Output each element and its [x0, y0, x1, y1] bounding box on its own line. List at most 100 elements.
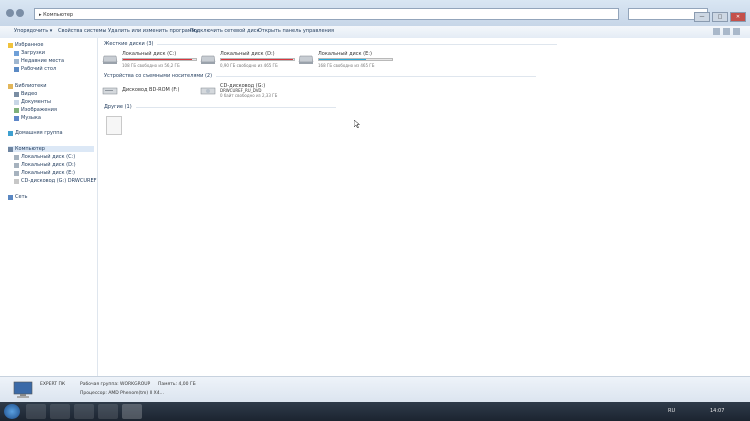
taskbar-explorer-icon[interactable] — [26, 404, 46, 419]
drive-free-space: 168 ГБ свободно из 465 ГБ — [318, 63, 375, 68]
cd-drive-icon — [200, 87, 216, 95]
address-bar[interactable]: ▸ Компьютер — [34, 8, 619, 20]
drive-d[interactable]: Локальный диск (D:) 0,90 ГБ свободно из … — [200, 51, 295, 71]
drive-cd[interactable]: CD-дисковод (G:) DRWCUREF_RU_DVD 0 байт … — [200, 83, 320, 103]
group-divider — [157, 44, 558, 45]
music-icon — [14, 115, 19, 121]
drive-bd-rom[interactable]: Дисковод BD-ROM (F:) — [102, 83, 197, 103]
system-properties-button[interactable]: Свойства системы — [58, 28, 106, 34]
sidebar-item-disk-e[interactable]: Локальный диск (E:) — [14, 170, 75, 176]
taskbar-app-icon[interactable] — [98, 404, 118, 419]
drive-usage-fill — [123, 59, 193, 60]
maximize-button[interactable]: □ — [712, 12, 728, 22]
drive-e[interactable]: Локальный диск (E:) 168 ГБ свободно из 4… — [298, 51, 393, 71]
taskbar-app-icon[interactable] — [74, 404, 94, 419]
taskbar: RU 14:07 — [0, 402, 750, 421]
drive-label: Локальный диск (C:) — [122, 51, 177, 57]
homegroup-icon — [8, 130, 13, 136]
images-icon — [14, 107, 19, 113]
group-header-removable[interactable]: Устройства со съемными носителями (2) — [104, 73, 537, 79]
content-pane: Жесткие диски (3) Локальный диск (C:) 10… — [98, 38, 750, 376]
organize-button[interactable]: Упорядочить ▾ — [14, 28, 52, 34]
libraries-icon — [8, 83, 13, 89]
drive-free-space: 0,90 ГБ свободно из 465 ГБ — [220, 63, 278, 68]
processor-text: Процессор: AMD Phenom(tm) II X4... — [80, 391, 164, 396]
drive-icon — [14, 162, 19, 168]
language-indicator[interactable]: RU — [668, 408, 675, 414]
explorer-window: ▸ Компьютер — □ ✕ Упорядочить ▾ Свойства… — [0, 0, 750, 403]
downloads-icon — [14, 50, 19, 56]
drive-free-space: 108 ГБ свободно из 56,2 ГБ — [122, 63, 180, 68]
sidebar-item-images[interactable]: Изображения — [14, 107, 57, 113]
drive-label: Дисковод BD-ROM (F:) — [122, 87, 180, 93]
other-device-item[interactable] — [106, 116, 122, 135]
group-divider — [216, 76, 537, 77]
drive-usage-bar — [122, 58, 197, 61]
hard-drive-icon — [200, 55, 216, 64]
view-buttons — [713, 28, 740, 35]
sidebar-item-computer[interactable]: Компьютер — [8, 146, 94, 152]
sidebar-item-video[interactable]: Видео — [14, 91, 37, 97]
computer-name: EXPERT ПК — [40, 382, 66, 387]
drive-c[interactable]: Локальный диск (C:) 108 ГБ свободно из 5… — [102, 51, 197, 71]
taskbar-app-icon[interactable] — [50, 404, 70, 419]
drive-usage-fill — [221, 59, 293, 60]
sidebar-item-disk-c[interactable]: Локальный диск (C:) — [14, 154, 75, 160]
sidebar-item-documents[interactable]: Документы — [14, 99, 51, 105]
sidebar-item-cd[interactable]: CD-дисковод (G:) DRWCUREF — [14, 178, 97, 184]
close-button[interactable]: ✕ — [730, 12, 746, 22]
drive-label: Локальный диск (D:) — [220, 51, 275, 57]
sidebar-item-homegroup[interactable]: Домашняя группа — [8, 130, 63, 136]
sidebar-item-favorites[interactable]: Избранное — [8, 42, 43, 48]
computer-icon — [13, 381, 33, 398]
optical-drive-icon — [102, 87, 118, 95]
start-button[interactable] — [4, 404, 20, 419]
sidebar-item-desktop[interactable]: Рабочий стол — [14, 66, 56, 72]
drive-usage-bar — [220, 58, 295, 61]
drive-icon — [14, 170, 19, 176]
workgroup-text: Рабочая группа: WORKGROUP — [80, 382, 151, 387]
window-controls: — □ ✕ — [694, 12, 746, 22]
details-pane: EXPERT ПК Рабочая группа: WORKGROUP Памя… — [0, 376, 750, 403]
drive-label: Локальный диск (E:) — [318, 51, 372, 57]
group-divider — [135, 107, 336, 108]
sidebar-item-libraries[interactable]: Библиотеки — [8, 83, 47, 89]
sidebar-item-recent[interactable]: Недавние места — [14, 58, 64, 64]
drive-icon — [14, 154, 19, 160]
hard-drive-icon — [102, 55, 118, 64]
forward-icon[interactable] — [16, 9, 24, 17]
drive-usage-fill — [319, 59, 367, 60]
computer-icon — [8, 146, 13, 152]
uninstall-program-button[interactable]: Удалить или изменить программу — [108, 28, 198, 34]
group-header-hard-disks[interactable]: Жесткие диски (3) — [104, 41, 558, 47]
title-bar: ▸ Компьютер — □ ✕ — [0, 0, 750, 26]
network-icon — [8, 194, 13, 200]
view-options-icon[interactable] — [713, 28, 720, 35]
sidebar-item-network[interactable]: Сеть — [8, 194, 27, 200]
preview-pane-icon[interactable] — [723, 28, 730, 35]
sidebar-item-music[interactable]: Музыка — [14, 115, 41, 121]
navigation-pane: Избранное Загрузки Недавние места Рабочи… — [0, 38, 98, 376]
hard-drive-icon — [298, 55, 314, 64]
memory-text: Память: 4,00 ГБ — [158, 382, 196, 387]
mouse-cursor-icon — [354, 120, 360, 128]
drive-usage-bar — [318, 58, 393, 61]
open-control-panel-button[interactable]: Открыть панель управления — [258, 28, 334, 34]
taskbar-active-window[interactable] — [122, 404, 142, 419]
desktop-icon — [14, 66, 19, 72]
help-icon[interactable] — [733, 28, 740, 35]
map-network-drive-button[interactable]: Подключить сетевой диск — [190, 28, 260, 34]
minimize-button[interactable]: — — [694, 12, 710, 22]
nav-buttons — [6, 9, 24, 17]
video-icon — [14, 91, 19, 97]
group-header-other[interactable]: Другие (1) — [104, 104, 336, 110]
drive-free-space: 0 байт свободно из 2,33 ГБ — [220, 93, 278, 98]
star-icon — [8, 42, 13, 48]
sidebar-item-disk-d[interactable]: Локальный диск (D:) — [14, 162, 76, 168]
recent-places-icon — [14, 58, 19, 64]
sidebar-item-downloads[interactable]: Загрузки — [14, 50, 45, 56]
documents-icon — [14, 99, 19, 105]
cd-icon — [14, 178, 19, 184]
clock[interactable]: 14:07 — [710, 408, 724, 414]
back-icon[interactable] — [6, 9, 14, 17]
